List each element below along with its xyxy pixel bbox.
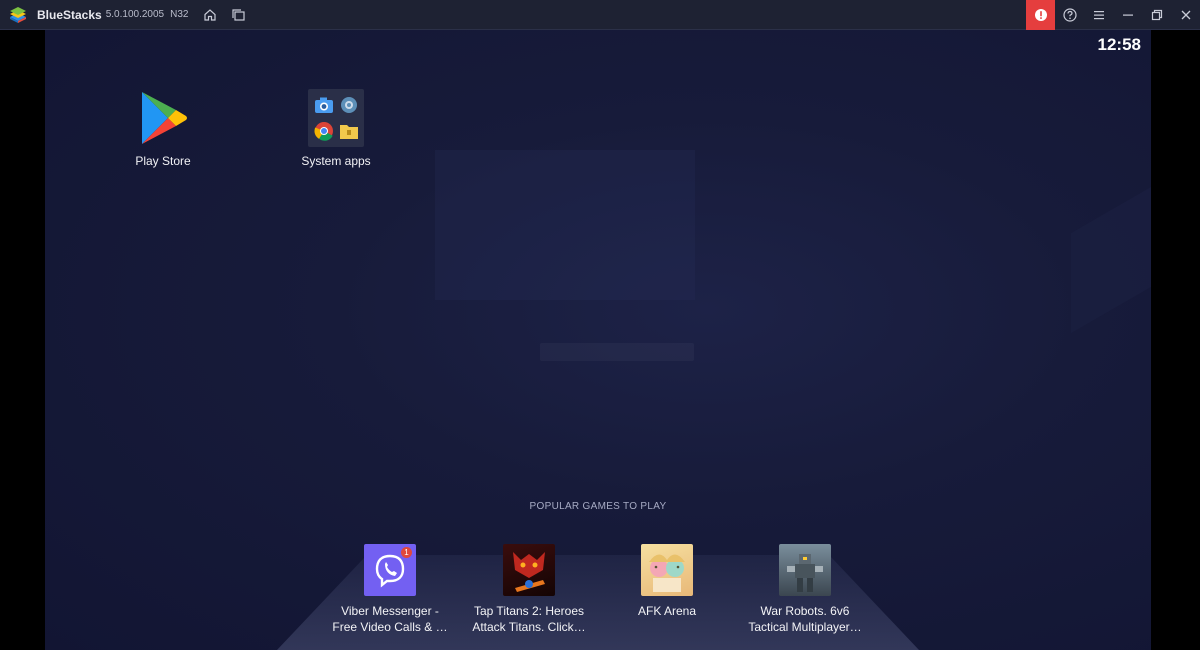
window-controls [1026,0,1200,30]
notification-badge: 1 [401,547,412,558]
app-label: Play Store [135,154,191,168]
game-title: Tap Titans 2: Heroes [473,604,585,618]
chrome-icon [312,119,335,143]
clock: 12:58 [1097,35,1141,54]
minimize-button[interactable] [1113,0,1142,30]
game-title: Viber Messenger - [341,604,439,618]
game-subtitle: Tactical Multiplayer… [748,620,862,634]
faint-search-bar [540,343,694,361]
multi-instance-button[interactable] [224,0,252,30]
system-apps-folder-icon [308,89,364,147]
popular-game-afk-arena[interactable]: AFK Arena [597,544,737,619]
popular-game-viber[interactable]: 1 Viber Messenger - Free Video Calls & … [320,544,460,635]
background-shape [1071,186,1151,334]
title-bar: BlueStacks 5.0.100.2005 N32 [0,0,1200,30]
afk-arena-icon [641,544,693,596]
home-icon [204,8,217,21]
restore-button[interactable] [1142,0,1171,30]
close-button[interactable] [1171,0,1200,30]
camera-icon [312,93,335,117]
popular-game-tap-titans[interactable]: Tap Titans 2: Heroes Attack Titans. Clic… [459,544,599,635]
app-version: 5.0.100.2005 [105,9,165,20]
tap-titans-icon [503,544,555,596]
minimize-icon [1122,14,1133,16]
app-label: System apps [301,154,371,168]
background-shape [435,150,695,300]
popular-games-title: POPULAR GAMES TO PLAY [529,501,667,512]
app-build: N32 [170,9,189,20]
close-icon [1181,10,1190,20]
game-subtitle: Attack Titans. Click… [472,620,586,634]
game-title: War Robots. 6v6 [760,604,850,618]
alert-button[interactable] [1026,0,1055,30]
multi-instance-icon [232,8,246,21]
menu-button[interactable] [1084,0,1113,30]
play-store-app[interactable]: Play Store [113,90,213,168]
title-bar-left: BlueStacks 5.0.100.2005 N32 [0,0,252,30]
system-apps-folder[interactable]: System apps [286,89,386,168]
alert-icon [1034,9,1047,21]
game-subtitle: Free Video Calls & … [332,620,448,634]
home-button[interactable] [196,0,224,30]
settings-icon [337,93,360,117]
play-store-icon [135,90,191,146]
help-button[interactable] [1055,0,1084,30]
help-icon [1062,8,1077,22]
bluestacks-logo-icon [8,5,28,25]
files-icon [337,119,360,143]
app-name: BlueStacks [37,7,102,22]
popular-game-war-robots[interactable]: War Robots. 6v6 Tactical Multiplayer… [735,544,875,635]
menu-icon [1093,11,1104,20]
viber-icon: 1 [364,544,416,596]
war-robots-icon [779,544,831,596]
game-title: AFK Arena [637,604,697,618]
android-home-screen[interactable]: 12:58 Play Store System apps POPULAR GAM… [45,30,1151,650]
restore-icon [1151,9,1162,21]
